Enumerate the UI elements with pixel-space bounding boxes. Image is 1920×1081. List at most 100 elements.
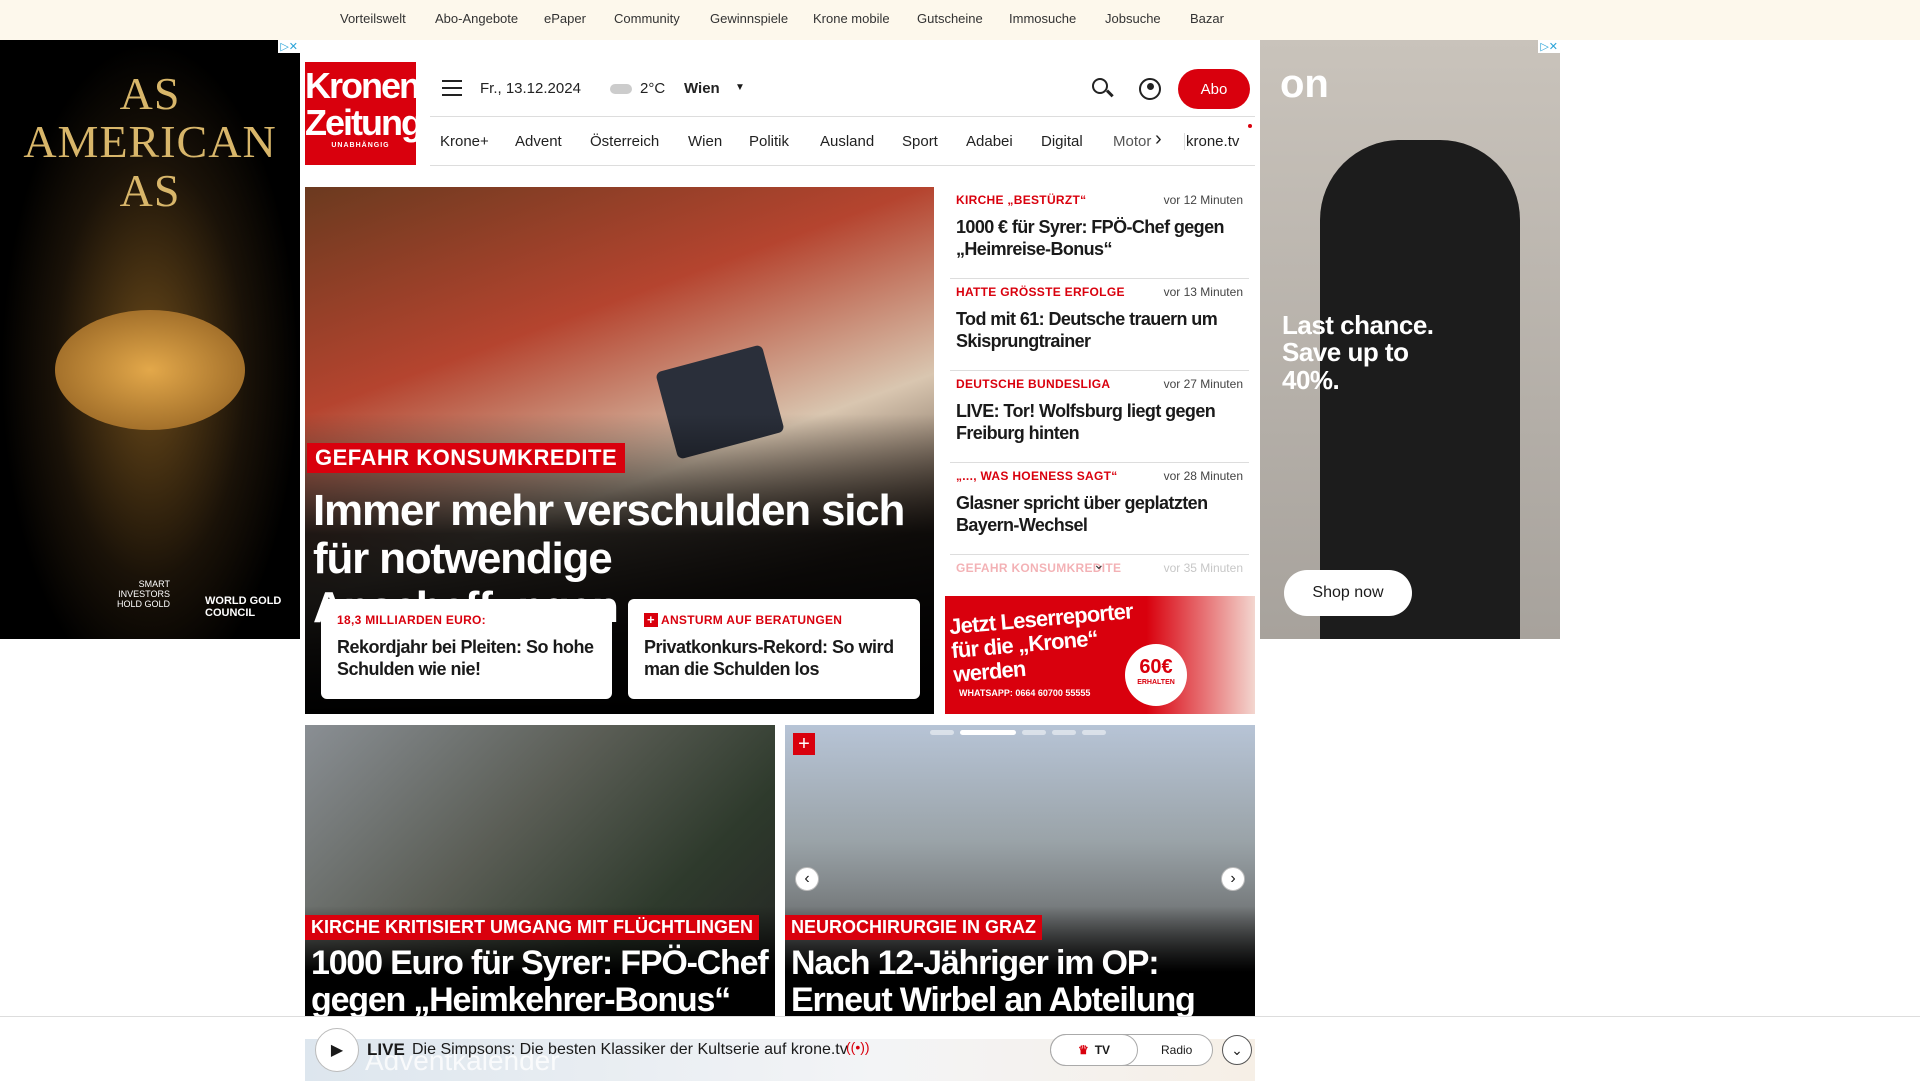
search-icon[interactable] [1092, 78, 1114, 97]
news-time: vor 13 Minuten [1163, 285, 1243, 299]
now-playing-text[interactable]: Die Simpsons: Die besten Klassiker der K… [412, 1041, 848, 1059]
card-title[interactable]: Rekordjahr bei Pleiten: So hohe Schulden… [337, 637, 596, 680]
news-list-item[interactable]: KIRCHE „BESTÜRZT“ vor 12 Minuten 1000 € fü… [950, 187, 1249, 279]
carousel-prev-icon[interactable]: ‹ [795, 867, 819, 891]
ad-close-icon[interactable]: ▷✕ [1538, 40, 1560, 53]
expand-list-chevron-icon[interactable]: ⌄ [1093, 556, 1105, 573]
shop-now-button[interactable]: Shop now [1284, 570, 1412, 616]
user-account-icon[interactable] [1139, 78, 1161, 100]
caret-down-icon[interactable]: ▼ [735, 82, 745, 93]
live-label: LIVE [367, 1040, 405, 1059]
nav-ausland[interactable]: Ausland [820, 133, 874, 150]
hero-kicker: GEFAHR KONSUMKREDITE [307, 443, 626, 473]
news-list-item[interactable]: DEUTSCHE BUNDESLIGA vor 27 Minuten LIVE: T… [950, 371, 1249, 463]
card-title[interactable]: Privatkonkurs-Rekord: So wird man die Sc… [644, 637, 904, 680]
right-advertisement[interactable]: ▷✕ on Last chance. Save up to 40%. Shop … [1260, 40, 1560, 639]
top-utility-bar: Vorteilswelt Abo-Angebote ePaper Communi… [0, 0, 1920, 40]
nav-advent[interactable]: Advent [515, 133, 562, 150]
leserreporter-promo[interactable]: Jetzt Leserreporter für die „Krone“ werd… [945, 596, 1255, 714]
carousel-next-icon[interactable]: › [1221, 867, 1245, 891]
topnav-abo-angebote[interactable]: Abo-Angebote [435, 11, 518, 26]
card-kicker: ANSTURM AUF BERATUNGEN [661, 613, 843, 627]
promo-amount: 60€ [1139, 656, 1173, 678]
hamburger-menu-icon[interactable] [442, 80, 462, 96]
promo-amount-sub: ERHALTEN [1137, 679, 1175, 686]
carousel-dot[interactable] [1082, 730, 1106, 735]
tv-label: TV [1094, 1043, 1111, 1057]
nav-politik[interactable]: Politik [749, 133, 789, 150]
nav-digital[interactable]: Digital [1041, 133, 1083, 150]
hero-article[interactable]: GEFAHR KONSUMKREDITE Immer mehr verschul… [305, 187, 934, 714]
temperature: 2°C [640, 80, 666, 97]
topnav-community[interactable]: Community [614, 11, 680, 26]
news-time: vor 28 Minuten [1163, 469, 1243, 483]
news-time: vor 27 Minuten [1163, 377, 1243, 391]
nav-motor[interactable]: Motor [1113, 133, 1151, 150]
carousel-dots [930, 730, 1106, 735]
left-advertisement[interactable]: ▷✕ AS AMERICAN AS SMART INVESTORS HOLD G… [0, 40, 300, 639]
topnav-krone-mobile[interactable]: Krone mobile [813, 11, 890, 26]
promo-badge: 60€ ERHALTEN [1125, 644, 1187, 706]
topnav-jobsuche[interactable]: Jobsuche [1105, 11, 1161, 26]
expand-player-chevron-icon[interactable]: ⌄ [1222, 1035, 1252, 1065]
nav-adabei[interactable]: Adabei [966, 133, 1013, 150]
tv-radio-toggle[interactable]: ♛ TV Radio [1050, 1034, 1213, 1066]
carousel-dot[interactable] [1022, 730, 1046, 735]
promo-whatsapp: WHATSAPP: 0664 60700 55555 [959, 688, 1091, 698]
pie-image [55, 310, 245, 430]
radio-tab[interactable]: Radio [1161, 1043, 1192, 1057]
tile-headline[interactable]: Nach 12-Jähriger im OP: Erneut Wirbel an… [791, 944, 1255, 1016]
news-time: vor 12 Minuten [1163, 193, 1243, 207]
topnav-bazar[interactable]: Bazar [1190, 11, 1224, 26]
tile-kicker: NEUROCHIRURGIE IN GRAZ [785, 915, 1043, 940]
carousel-dot[interactable] [930, 730, 954, 735]
logo-line1: Kronen [305, 65, 421, 106]
topnav-gewinnspiele[interactable]: Gewinnspiele [710, 11, 788, 26]
city-select[interactable]: Wien [684, 80, 720, 97]
news-title[interactable]: LIVE: Tor! Wolfsburg liegt gegen Freibur… [956, 401, 1243, 444]
news-list-item[interactable]: HATTE GRÖSSTE ERFOLGE vor 13 Minuten Tod m… [950, 279, 1249, 371]
tile-kicker: KIRCHE KRITISIERT UMGANG MIT FLÜCHTLINGE… [305, 915, 759, 940]
ad-brand: WORLD GOLD COUNCIL [205, 595, 282, 619]
nav-wien[interactable]: Wien [688, 133, 722, 150]
current-date: Fr., 13.12.2024 [480, 80, 581, 97]
carousel-tile[interactable]: + ‹ › NEUROCHIRURGIE IN GRAZ Nach 12-Jäh… [785, 725, 1255, 1016]
carousel-dot[interactable] [1052, 730, 1076, 735]
nav-sport[interactable]: Sport [902, 133, 938, 150]
broadcast-icon: ((•)) [846, 1039, 870, 1055]
nav-divider [430, 165, 1255, 166]
topnav-immosuche[interactable]: Immosuche [1009, 11, 1076, 26]
hero-subarticle-card[interactable]: 18,3 MILLIARDEN EURO: Rekordjahr bei Ple… [321, 599, 612, 699]
kronen-zeitung-logo[interactable]: Kronen Zeitung UNABHÄNGIG [305, 62, 423, 165]
header-divider [430, 116, 1255, 117]
ad-tagline: SMART INVESTORS HOLD GOLD [116, 579, 170, 609]
news-time: vor 35 Minuten [1163, 561, 1243, 575]
topnav-epaper[interactable]: ePaper [544, 11, 586, 26]
topnav-gutscheine[interactable]: Gutscheine [917, 11, 983, 26]
topnav-vorteilswelt[interactable]: Vorteilswelt [340, 11, 406, 26]
logo-line2: Zeitung [305, 102, 423, 143]
news-title[interactable]: Glasner spricht über geplatzten Bayern-W… [956, 493, 1243, 536]
ad-close-icon[interactable]: ▷✕ [278, 40, 300, 53]
carousel-dot-active[interactable] [960, 730, 1016, 735]
news-title[interactable]: Tod mit 61: Deutsche trauern um Skisprun… [956, 309, 1243, 352]
nav-scroll-right-icon[interactable]: › [1155, 128, 1162, 151]
tv-tab[interactable]: ♛ TV [1050, 1034, 1138, 1066]
card-kicker: 18,3 MILLIARDEN EURO: [337, 613, 486, 627]
live-player-bar: Adventkalender ▶ LIVE Die Simpsons: Die … [0, 1016, 1920, 1081]
crown-icon: ♛ [1077, 1043, 1089, 1057]
hero-subarticle-card[interactable]: + ANSTURM AUF BERATUNGEN Privatkonkurs-Re… [628, 599, 920, 699]
tile-headline[interactable]: 1000 Euro für Syrer: FPÖ-Chef gegen „Hei… [311, 944, 775, 1016]
nav-krone-plus[interactable]: Krone+ [440, 133, 489, 150]
news-title[interactable]: 1000 € für Syrer: FPÖ-Chef gegen „Heimre… [956, 217, 1243, 260]
nav-oesterreich[interactable]: Österreich [590, 133, 659, 150]
ad-text: Last chance. Save up to 40%. [1282, 310, 1434, 395]
nav-krone-tv[interactable]: krone.tv [1184, 133, 1239, 150]
cloud-icon [610, 84, 632, 94]
live-dot-icon [1248, 124, 1252, 128]
play-icon[interactable]: ▶ [315, 1028, 359, 1072]
news-list-item[interactable]: „..., WAS HOENESS SAGT“ vor 28 Minuten Gla… [950, 463, 1249, 555]
abo-button[interactable]: Abo [1178, 69, 1250, 109]
ad-headline: AS AMERICAN AS [23, 68, 277, 216]
article-tile[interactable]: KIRCHE KRITISIERT UMGANG MIT FLÜCHTLINGE… [305, 725, 775, 1016]
